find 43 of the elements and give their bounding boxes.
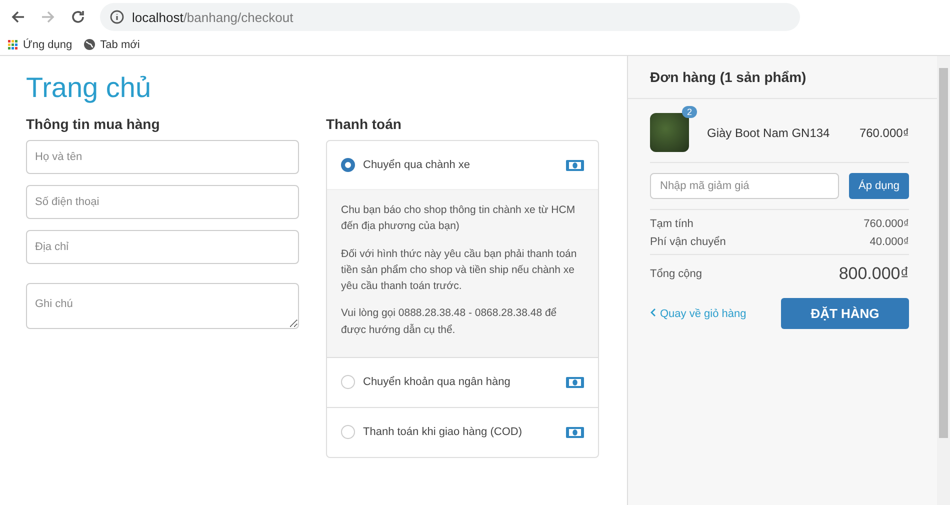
globe-icon [84, 39, 96, 50]
address-bar[interactable]: localhost/banhang/checkout [100, 3, 800, 31]
payment-note: Đối với hình thức này yêu cầu bạn phải thanh toán tiền sản phẩm cho shop và tiền ship nếu chành xe yêu cầu thanh toán trước. [341, 246, 578, 294]
input-field[interactable]: Số điện thoại [26, 185, 299, 219]
bookmark-link[interactable]: Tab mới [84, 38, 140, 50]
order-heading: Đơn hàng (1 sản phẩm) [650, 69, 806, 85]
total-label: Tổng cộng [650, 268, 702, 280]
summary-label: Phí vận chuyển [650, 236, 726, 248]
forward-button[interactable] [40, 9, 56, 25]
summary-value: 760.000₫ [864, 218, 909, 230]
payment-option-label[interactable]: Chuyển khoản qua ngân hàng [363, 376, 558, 388]
payment-option-label[interactable]: Chuyển qua chành xe [363, 159, 558, 171]
product-price: 760.000₫ [859, 126, 909, 140]
info-icon [110, 10, 124, 24]
radio-button[interactable] [341, 375, 355, 390]
radio-button[interactable] [341, 158, 355, 172]
total-value: 800.000₫ [838, 264, 909, 284]
bookmark-link[interactable]: Ứng dụng [8, 38, 72, 50]
payment-note: Chu bạn báo cho shop thông tin chành xe từ HCM đến địa phương của bạn) [341, 203, 576, 234]
summary-label: Tạm tính [650, 218, 694, 230]
apply-button[interactable]: Áp dụng [849, 173, 909, 199]
back-button[interactable] [10, 9, 26, 25]
input-field[interactable]: Họ và tên [26, 140, 299, 174]
payment-option-label[interactable]: Thanh toán khi giao hàng (COD) [363, 426, 558, 438]
banknote-icon [566, 426, 584, 438]
banknote-icon [566, 376, 584, 388]
note-field[interactable]: Ghi chú [26, 283, 299, 329]
payment-note: Vui lòng gọi 0888.28.38.48 - 0868.28.38.48 để được hướng dẫn cụ thể. [341, 306, 558, 338]
reload-button[interactable] [70, 9, 86, 25]
product-name: Giày Boot Nam GN134 [707, 126, 831, 140]
section-heading: Thanh toán [326, 116, 402, 132]
input-field[interactable]: Địa chỉ [26, 230, 299, 264]
place-order-button[interactable]: ĐẶT HÀNG [781, 298, 909, 329]
section-heading: Thông tin mua hàng [26, 116, 161, 132]
coupon-field[interactable]: Nhập mã giảm giá [650, 173, 839, 199]
grid-icon [8, 40, 18, 50]
quantity-badge: 2 [682, 106, 697, 118]
page-title: Trang chủ [26, 72, 152, 104]
banknote-icon [566, 160, 584, 170]
summary-value: 40.000₫ [870, 236, 909, 248]
radio-button[interactable] [341, 425, 355, 440]
chevron-left-icon [650, 308, 656, 316]
url-text: localhost/banhang/checkout [132, 10, 294, 24]
